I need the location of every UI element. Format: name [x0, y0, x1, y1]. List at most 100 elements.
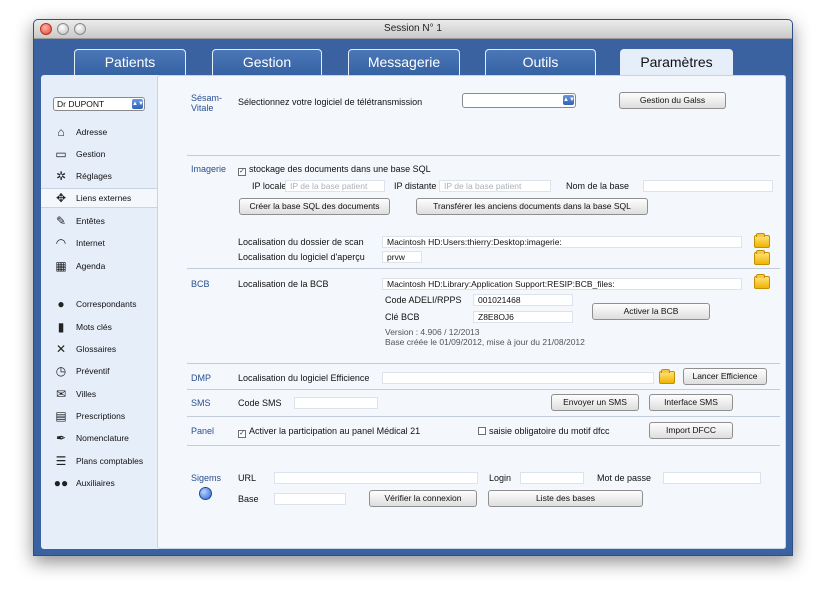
section-sesam-vitale: Sésam- Vitale [191, 93, 223, 113]
clock-icon: ◷ [55, 364, 67, 378]
url-input[interactable] [274, 472, 478, 484]
password-input[interactable] [663, 472, 761, 484]
ip-locale-input[interactable]: IP de la base patient [285, 180, 385, 192]
divider [187, 389, 780, 390]
house-icon: ⌂ [57, 125, 65, 139]
title-bar: Session N° 1 [34, 20, 792, 39]
sidebar-item-label: Réglages [76, 171, 112, 181]
folder-icon[interactable] [754, 250, 770, 265]
lancer-efficience-button[interactable]: Lancer Efficience [683, 368, 767, 385]
settings-panel: Sésam- Vitale Sélectionnez votre logicie… [157, 75, 786, 549]
sidebar-item-reglages[interactable]: ✲ Réglages [41, 166, 156, 186]
preview-software-input[interactable]: prvw [382, 251, 422, 263]
sidebar-item-plans-comptables[interactable]: ☰ Plans comptables [41, 451, 156, 471]
sidebar-item-preventif[interactable]: ◷ Préventif [41, 361, 156, 381]
tab-messagerie[interactable]: Messagerie [348, 49, 460, 75]
create-sql-base-button[interactable]: Créer la base SQL des documents [239, 198, 390, 215]
sidebar-item-glossaires[interactable]: ✕ Glossaires [41, 339, 156, 359]
sidebar-item-entetes[interactable]: ✎ Entêtes [41, 211, 156, 231]
bcb-location-label: Localisation de la BCB [238, 279, 329, 289]
divider [187, 445, 780, 446]
section-imagerie: Imagerie [191, 164, 227, 174]
sidebar-item-nomenclature[interactable]: ✒ Nomenclature [41, 428, 156, 448]
sidebar-item-gestion[interactable]: ▭ Gestion [41, 144, 156, 164]
list-icon: ☰ [55, 454, 67, 468]
scan-folder-label: Localisation du dossier de scan [238, 237, 364, 247]
url-label: URL [238, 473, 257, 483]
sidebar-item-label: Préventif [76, 366, 110, 376]
sidebar-item-correspondants[interactable]: ● Correspondants [41, 294, 156, 314]
wifi-icon: ◠ [55, 236, 67, 250]
import-dfcc-button[interactable]: Import DFCC [649, 422, 733, 439]
gear-icon: ✲ [55, 169, 67, 183]
sql-storage-checkbox[interactable]: ✓ stockage des documents dans une base SQ… [238, 164, 431, 176]
sidebar-item-label: Prescriptions [76, 411, 126, 421]
tab-gestion[interactable]: Gestion [212, 49, 322, 75]
section-dmp: DMP [191, 373, 211, 383]
folder-icon[interactable] [754, 233, 770, 248]
gestion-galss-button[interactable]: Gestion du Galss [619, 92, 726, 109]
document-list-icon: ▤ [55, 409, 67, 423]
sidebar-item-label: Liens externes [76, 193, 132, 203]
bar-chart-icon: ▮ [57, 320, 65, 334]
sidebar-item-internet[interactable]: ◠ Internet [41, 233, 156, 253]
sidebar: Dr DUPONT ▲▼ ⌂ Adresse ▭ Gestion ✲ Réglages… [41, 75, 157, 549]
bcb-version: Version : 4.906 / 12/2013 [385, 327, 480, 337]
sidebar-item-agenda[interactable]: ▦ Agenda [41, 256, 156, 276]
ip-distante-input[interactable]: IP de la base patient [439, 180, 551, 192]
base-input[interactable] [274, 493, 346, 505]
sidebar-item-label: Correspondants [76, 299, 137, 309]
checkbox-checked-icon: ✓ [238, 430, 246, 438]
pencil-edit-icon: ✎ [55, 214, 67, 228]
sidebar-item-mots-cles[interactable]: ▮ Mots clés [41, 317, 156, 337]
sidebar-item-liens-externes[interactable]: ✥ Liens externes [41, 188, 157, 208]
sidebar-item-prescriptions[interactable]: ▤ Prescriptions [41, 406, 156, 426]
doctor-select[interactable]: Dr DUPONT ▲▼ [53, 97, 145, 111]
base-label: Base [238, 494, 259, 504]
sidebar-item-label: Mots clés [76, 322, 112, 332]
sms-code-label: Code SMS [238, 398, 282, 408]
sidebar-item-villes[interactable]: ✉ Villes [41, 384, 156, 404]
sidebar-item-adresse[interactable]: ⌂ Adresse [41, 122, 156, 142]
list-bases-button[interactable]: Liste des bases [488, 490, 643, 507]
activer-bcb-button[interactable]: Activer la BCB [592, 303, 710, 320]
section-panel: Panel [191, 426, 215, 436]
sms-code-input[interactable] [294, 397, 378, 409]
section-sigems: Sigems [191, 473, 222, 483]
sidebar-item-label: Adresse [76, 127, 108, 137]
scan-folder-input[interactable]: Macintosh HD:Users:thierry:Desktop:image… [382, 236, 742, 248]
sidebar-item-label: Nomenclature [76, 433, 129, 443]
folder-icon[interactable] [659, 369, 675, 384]
tab-parametres[interactable]: Paramètres [620, 49, 733, 76]
ip-distante-label: IP distante [394, 181, 437, 191]
folder-icon[interactable] [754, 274, 770, 289]
app-window: Session N° 1 Patients Gestion Messagerie… [33, 19, 793, 556]
send-sms-button[interactable]: Envoyer un SMS [551, 394, 639, 411]
panel-participation-checkbox[interactable]: ✓ Activer la participation au panel Médic… [238, 426, 420, 438]
tab-patients[interactable]: Patients [74, 49, 186, 75]
divider [187, 416, 780, 417]
teletransmission-select[interactable]: ▲▼ [462, 93, 576, 108]
section-bcb: BCB [191, 279, 210, 289]
people-icon: ●● [53, 476, 69, 490]
efficience-path-input[interactable] [382, 372, 654, 384]
interface-sms-button[interactable]: Interface SMS [649, 394, 733, 411]
sidebar-item-label: Agenda [76, 261, 106, 271]
tab-outils[interactable]: Outils [485, 49, 596, 75]
nom-base-input[interactable] [643, 180, 773, 192]
dfcc-mandatory-checkbox[interactable]: saisie obligatoire du motif dfcc [478, 426, 610, 436]
sidebar-item-label: Glossaires [76, 344, 117, 354]
code-adeli-label: Code ADELI/RPPS [385, 295, 462, 305]
cle-bcb-input[interactable]: Z8E8OJ6 [473, 311, 573, 323]
code-adeli-input[interactable]: 001021468 [473, 294, 573, 306]
tools-icon: ✕ [55, 342, 67, 356]
verify-connection-button[interactable]: Vérifier la connexion [369, 490, 477, 507]
transfer-documents-button[interactable]: Transférer les anciens documents dans la… [416, 198, 648, 215]
login-input[interactable] [520, 472, 584, 484]
cle-bcb-label: Clé BCB [385, 312, 420, 322]
person-icon: ● [57, 297, 65, 311]
bcb-path-input[interactable]: Macintosh HD:Library:Application Support… [382, 278, 742, 290]
efficience-location-label: Localisation du logiciel Efficience [238, 373, 370, 383]
sidebar-item-auxiliaires[interactable]: ●● Auxiliaires [41, 473, 156, 493]
inbox-icon: ▭ [55, 147, 67, 161]
